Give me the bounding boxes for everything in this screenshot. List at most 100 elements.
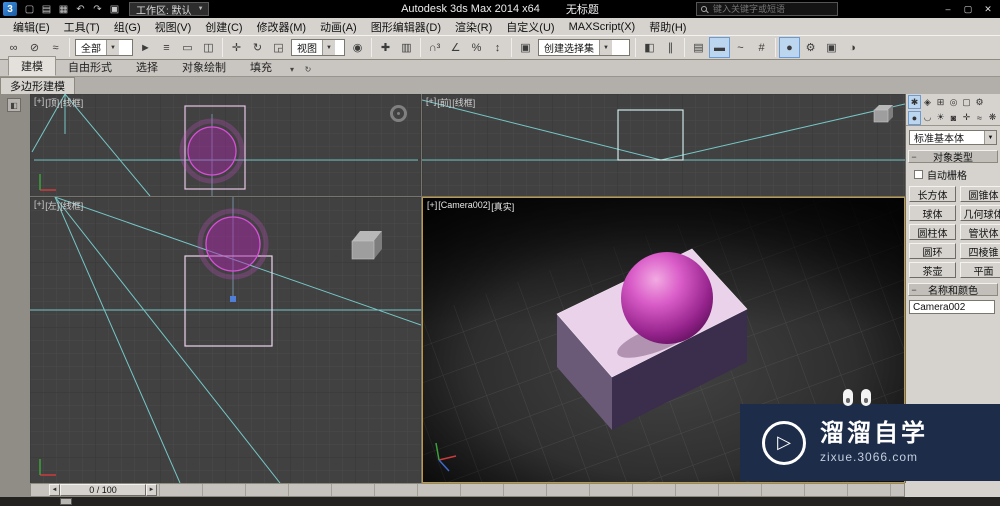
select-object-icon[interactable]: ► <box>135 37 156 58</box>
rendered-frame-icon[interactable]: ▣ <box>821 37 842 58</box>
menu-maxscript[interactable]: MAXScript(X) <box>562 18 643 35</box>
mirror-icon[interactable]: ◧ <box>639 37 660 58</box>
window-crossing-icon[interactable]: ◫ <box>198 37 219 58</box>
bind-to-space-warp-icon[interactable]: ≈ <box>45 37 66 58</box>
app-logo-icon[interactable]: 3 <box>3 2 17 16</box>
project-folder-icon[interactable]: ▣ <box>106 1 123 17</box>
render-setup-icon[interactable]: ⚙ <box>800 37 821 58</box>
viewport-shading-button[interactable]: [线框] <box>452 96 475 109</box>
redo-icon[interactable]: ↷ <box>89 1 106 17</box>
new-scene-icon[interactable]: ▢ <box>21 1 38 17</box>
reference-coordinate-dropdown[interactable]: 视图 ▼ <box>291 39 345 56</box>
sphere-object[interactable] <box>205 216 261 272</box>
keyboard-override-icon[interactable]: ▥ <box>396 37 417 58</box>
cylinder-button[interactable]: 圆柱体 <box>909 224 956 240</box>
menu-customize[interactable]: 自定义(U) <box>499 18 561 35</box>
search-input[interactable] <box>711 3 837 15</box>
menu-graph-editors[interactable]: 图形编辑器(D) <box>364 18 448 35</box>
teapot-button[interactable]: 茶壶 <box>909 262 956 278</box>
angle-snap-icon[interactable]: ∠ <box>445 37 466 58</box>
curve-editor-icon[interactable]: ~ <box>730 37 751 58</box>
sphere-object[interactable] <box>187 126 237 176</box>
menu-edit[interactable]: 编辑(E) <box>6 18 57 35</box>
cone-button[interactable]: 圆锥体 <box>960 186 1000 202</box>
torus-button[interactable]: 圆环 <box>909 243 956 259</box>
plane-button[interactable]: 平面 <box>960 262 1000 278</box>
select-and-scale-icon[interactable]: ◲ <box>268 37 289 58</box>
viewport-shading-button[interactable]: [线框] <box>60 199 83 212</box>
save-file-icon[interactable]: ▦ <box>55 1 72 17</box>
workspace-dropdown[interactable]: 工作区: 默认 ▼ <box>129 2 209 17</box>
viewport-menu-button[interactable]: [+] <box>427 200 437 213</box>
edit-named-sets-icon[interactable]: ▣ <box>515 37 536 58</box>
menu-animation[interactable]: 动画(A) <box>313 18 364 35</box>
ribbon-tab-populate[interactable]: 填充 <box>238 58 284 76</box>
object-type-rollout[interactable]: − 对象类型 <box>908 150 998 164</box>
menu-views[interactable]: 视图(V) <box>148 18 199 35</box>
hierarchy-tab-icon[interactable]: ⊞ <box>934 95 947 109</box>
object-name-field[interactable] <box>909 300 995 314</box>
previous-frame-button[interactable]: ◄ <box>49 484 60 496</box>
rectangular-region-icon[interactable]: ▭ <box>177 37 198 58</box>
render-production-icon[interactable]: ◑ <box>842 37 863 58</box>
camera-helper-object[interactable] <box>873 105 893 123</box>
lights-category-icon[interactable]: ☀ <box>934 111 947 125</box>
spinner-snap-icon[interactable]: ↕ <box>487 37 508 58</box>
create-tab-icon[interactable]: ✱ <box>908 95 921 109</box>
select-and-manipulate-icon[interactable]: ✚ <box>375 37 396 58</box>
viewport-layout-tab-icon[interactable]: ◧ <box>7 98 21 112</box>
name-color-rollout[interactable]: − 名称和颜色 <box>908 283 998 297</box>
viewport-menu-button[interactable]: [+] <box>34 96 44 109</box>
viewport-pov-button[interactable]: [Camera002] <box>438 200 490 213</box>
helpers-category-icon[interactable]: ✛ <box>960 111 973 125</box>
polygon-modeling-panel[interactable]: 多边形建模 <box>0 77 75 94</box>
maximize-button[interactable]: ▢ <box>958 1 978 17</box>
sphere-object[interactable] <box>621 252 713 344</box>
menu-modifiers[interactable]: 修改器(M) <box>250 18 314 35</box>
menu-create[interactable]: 创建(C) <box>198 18 249 35</box>
select-and-rotate-icon[interactable]: ↻ <box>247 37 268 58</box>
menu-help[interactable]: 帮助(H) <box>642 18 693 35</box>
layer-manager-icon[interactable]: ▤ <box>688 37 709 58</box>
percent-snap-icon[interactable]: % <box>466 37 487 58</box>
pyramid-button[interactable]: 四棱锥 <box>960 243 1000 259</box>
close-button[interactable]: ✕ <box>978 1 998 17</box>
space-warps-category-icon[interactable]: ≈ <box>973 111 986 125</box>
align-icon[interactable]: ∥ <box>660 37 681 58</box>
ribbon-toggle-icon[interactable]: ▬ <box>709 37 730 58</box>
autogrid-checkbox[interactable] <box>914 170 923 179</box>
ribbon-tab-object-paint[interactable]: 对象绘制 <box>170 58 238 76</box>
tube-button[interactable]: 管状体 <box>960 224 1000 240</box>
snaps-toggle-icon[interactable]: ∩³ <box>424 37 445 58</box>
viewcube-icon[interactable] <box>390 105 407 122</box>
selection-filter-dropdown[interactable]: 全部 ▼ <box>75 39 133 56</box>
unlink-selection-icon[interactable]: ⊘ <box>24 37 45 58</box>
viewport-top[interactable]: [+] [顶] [线框] <box>30 94 421 196</box>
ribbon-tab-selection[interactable]: 选择 <box>124 58 170 76</box>
select-and-move-icon[interactable]: ✛ <box>226 37 247 58</box>
viewport-front[interactable]: [+] [前] [线框] <box>422 94 905 196</box>
menu-tools[interactable]: 工具(T) <box>57 18 107 35</box>
sphere-button[interactable]: 球体 <box>909 205 956 221</box>
select-by-name-icon[interactable]: ≡ <box>156 37 177 58</box>
viewport-shading-button[interactable]: [真实] <box>491 200 514 213</box>
select-and-link-icon[interactable]: ∞ <box>3 37 24 58</box>
box-button[interactable]: 长方体 <box>909 186 956 202</box>
ribbon-cycle-icon[interactable]: ↻ <box>300 62 316 76</box>
viewport-pov-button[interactable]: [前] <box>437 96 451 109</box>
systems-category-icon[interactable]: ❋ <box>986 111 999 125</box>
open-file-icon[interactable]: ▤ <box>38 1 55 17</box>
viewport-left[interactable]: [+] [左] [线框] <box>30 197 421 483</box>
minimize-button[interactable]: – <box>938 1 958 17</box>
viewport-pov-button[interactable]: [左] <box>45 199 59 212</box>
motion-tab-icon[interactable]: ◎ <box>947 95 960 109</box>
ribbon-caret-icon[interactable]: ▾ <box>284 62 300 76</box>
help-search[interactable] <box>696 2 838 16</box>
modify-tab-icon[interactable]: ◈ <box>921 95 934 109</box>
menu-rendering[interactable]: 渲染(R) <box>448 18 499 35</box>
geosphere-button[interactable]: 几何球体 <box>960 205 1000 221</box>
viewport-shading-button[interactable]: [线框] <box>60 96 83 109</box>
schematic-view-icon[interactable]: # <box>751 37 772 58</box>
viewport-menu-button[interactable]: [+] <box>34 199 44 212</box>
menu-group[interactable]: 组(G) <box>107 18 148 35</box>
